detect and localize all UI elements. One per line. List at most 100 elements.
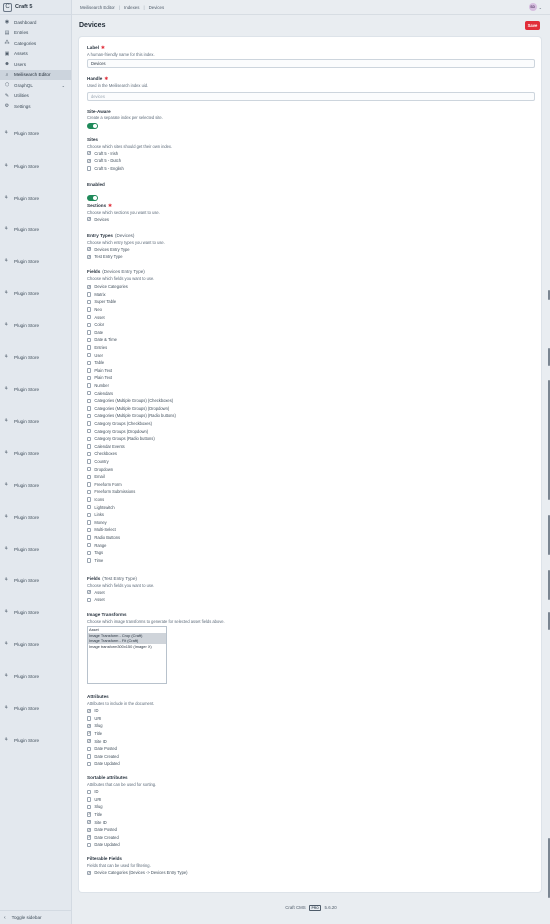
checkbox[interactable] [87,436,92,441]
sites-option[interactable]: Craft 5 - English [87,165,124,173]
attributes-option[interactable]: URI [87,715,101,723]
checkbox[interactable] [87,307,92,312]
checkbox[interactable] [87,466,92,472]
sortable-option[interactable]: URI [87,796,101,804]
breadcrumb-indexes[interactable]: Indexes [124,5,139,10]
save-button[interactable]: Save [525,21,540,30]
fields-test-option[interactable]: ✓ Asset [87,589,105,597]
checkbox[interactable] [87,527,92,533]
checkmark-icon[interactable]: ✓ [87,284,92,289]
toggle-sidebar-button[interactable]: ‹ Toggle sidebar [0,910,71,924]
checkbox[interactable] [87,352,92,358]
checkbox[interactable] [87,398,92,403]
sidebar-item-plugin-store[interactable]: ⚘ Plugin Store [0,545,71,553]
checkmark-icon[interactable]: ✓ [87,590,92,595]
sites-option[interactable]: ✓ Craft 5 - Irish [87,150,118,158]
sidebar-item-utilities[interactable]: ✎ Utilities [0,91,71,102]
checkbox[interactable] [87,413,92,419]
checkbox[interactable] [87,512,92,517]
filterable-option[interactable]: ✓ Device Categories (Devices -> Devices E… [87,869,187,877]
checkbox[interactable] [87,797,92,802]
checkbox[interactable] [87,474,92,479]
checkbox[interactable] [87,459,92,464]
checkbox[interactable] [87,451,92,457]
sidebar-item-plugin-store[interactable]: ⚘ Plugin Store [0,257,71,265]
checkmark-icon[interactable]: ✓ [87,254,92,260]
fields-devices-option[interactable]: Calendar Events [87,443,125,451]
fields-devices-option[interactable]: Entries [87,344,107,352]
attributes-option[interactable]: ✓ ID [87,707,98,715]
checkbox[interactable] [87,550,92,555]
fields-devices-option[interactable]: Matrix [87,291,106,299]
checkmark-icon[interactable]: ✓ [87,827,92,832]
sortable-option[interactable]: Slug [87,803,103,811]
breadcrumb-devices[interactable]: Devices [149,5,165,10]
sortable-option[interactable]: ✓ Site ID [87,818,107,826]
sidebar-item-categories[interactable]: ⁂ Categories [0,38,71,49]
checkbox[interactable] [87,497,92,502]
sortable-option[interactable]: Date Updated [87,841,120,849]
checkbox[interactable] [87,761,92,767]
fields-devices-option[interactable]: Links [87,511,104,519]
sortable-option[interactable]: ✓ Date Posted [87,826,117,834]
sidebar-item-plugin-store[interactable]: ⚘ Plugin Store [0,289,71,297]
attributes-option[interactable]: ✓ Site ID [87,737,107,745]
attributes-option[interactable]: Date Created [87,753,119,761]
sidebar-item-dashboard[interactable]: ◉ Dashboard [0,17,71,28]
sidebar-item-plugin-store[interactable]: ⚘ Plugin Store [0,225,71,233]
sidebar-item-assets[interactable]: ▣ Assets [0,49,71,60]
checkbox[interactable] [87,166,92,171]
sidebar-item-users[interactable]: ☻ Users [0,59,71,70]
checkbox[interactable] [87,322,92,327]
checkbox[interactable] [87,428,92,434]
checkbox[interactable] [87,804,92,810]
page-scrollbar[interactable] [546,0,550,924]
sidebar-item-plugin-store[interactable]: ⚘ Plugin Store [0,608,71,616]
sidebar-item-plugin-store[interactable]: ⚘ Plugin Store [0,353,71,361]
checkmark-icon[interactable]: ✓ [87,158,92,164]
checkbox[interactable] [87,597,92,603]
fields-devices-option[interactable]: Lightswitch [87,503,115,511]
fields-devices-option[interactable]: Freeform Submissions [87,488,135,496]
sortable-option[interactable]: ✓ Date Created [87,834,119,842]
checkmark-icon[interactable]: ✓ [87,151,92,156]
checkbox[interactable] [87,299,92,305]
checkmark-icon[interactable]: ✓ [87,731,92,736]
sidebar-item-plugin-store[interactable]: ⚘ Plugin Store [0,385,71,393]
checkbox[interactable] [87,390,92,396]
sidebar-item-plugin-store[interactable]: ⚘ Plugin Store [0,449,71,457]
checkbox[interactable] [87,360,92,365]
fields-devices-option[interactable]: Plain Text [87,374,112,382]
sites-option[interactable]: ✓ Craft 5 - Dutch [87,157,121,165]
sidebar-item-plugin-store[interactable]: ⚘ Plugin Store [0,576,71,584]
sidebar-item-plugin-store[interactable]: ⚘ Plugin Store [0,321,71,329]
sidebar-item-plugin-store[interactable]: ⚘ Plugin Store [0,513,71,521]
checkbox[interactable] [87,842,92,848]
checkbox[interactable] [87,406,92,411]
checkbox[interactable] [87,535,92,540]
fields-devices-option[interactable]: Checkboxes [87,450,117,458]
sortable-option[interactable]: ID [87,788,98,796]
fields-devices-option[interactable]: Number [87,382,109,390]
checkbox[interactable] [87,746,92,751]
checkmark-icon[interactable]: ✓ [87,708,92,713]
breadcrumb-meilisearch[interactable]: Meilisearch Editor [80,5,115,10]
site-aware-lightswitch[interactable] [87,123,98,129]
checkbox[interactable] [87,368,92,373]
handle-input[interactable]: devices [87,92,535,101]
user-menu[interactable]: SD ⌄ [528,3,542,11]
fields-devices-option[interactable]: Time [87,557,103,565]
sidebar-item-plugin-store[interactable]: ⚘ Plugin Store [0,736,71,744]
checkbox[interactable] [87,789,92,794]
fields-devices-option[interactable]: Tags [87,549,103,557]
entry-types-option[interactable]: ✓ Test Entry Type [87,253,123,261]
sortable-option[interactable]: ✓ Title [87,811,102,819]
site-brand[interactable]: C Craft 5 [0,0,71,15]
sidebar-item-graphql[interactable]: ⬡ GraphQL ⌄ [0,80,71,91]
sections-option[interactable]: ✓ Devices [87,216,109,224]
attributes-option[interactable]: Date Posted [87,745,117,753]
checkbox[interactable] [87,716,92,721]
fields-devices-option[interactable]: Email [87,473,105,481]
checkbox[interactable] [87,383,92,388]
fields-devices-option[interactable]: Neo [87,306,102,314]
